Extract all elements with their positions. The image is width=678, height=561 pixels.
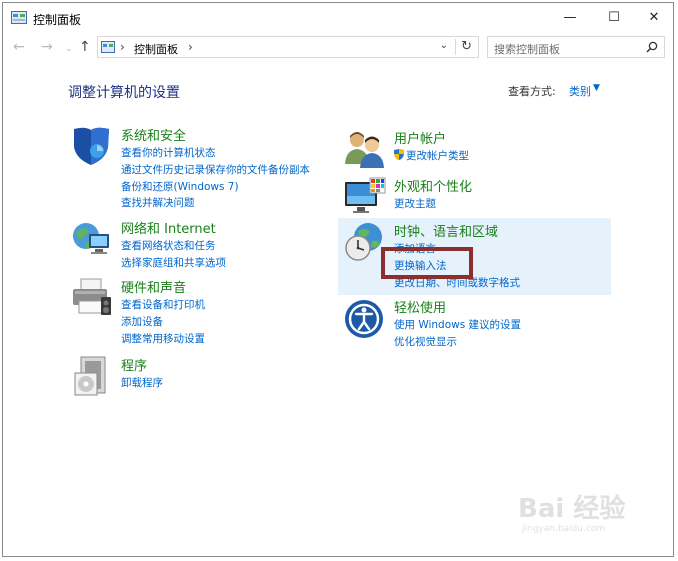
category-title[interactable]: 轻松使用 [394, 297, 446, 316]
link-homegroup-sharing[interactable]: 选择家庭组和共享选项 [121, 255, 226, 272]
link-devices-printers[interactable]: 查看设备和打印机 [121, 297, 205, 314]
ease-of-access-icon[interactable] [344, 297, 386, 339]
link-change-account-type[interactable]: 更改帐户类型 [394, 148, 469, 165]
window-title: 控制面板 [33, 13, 82, 27]
breadcrumb-separator-icon[interactable]: › [188, 40, 193, 54]
address-dropdown-icon[interactable]: ⌄ [440, 40, 448, 51]
search-placeholder: 搜索控制面板 [494, 43, 560, 56]
control-panel-icon [11, 11, 27, 24]
control-panel-window: 控制面板 — ☐ ✕ ← → ⌄ ↑ › 控制面板 › ⌄ ↻ 搜索控制面板 调… [2, 2, 674, 557]
uac-shield-icon [394, 149, 404, 160]
close-button[interactable]: ✕ [639, 7, 669, 29]
breadcrumb-separator-icon[interactable]: › [120, 40, 125, 54]
printer-icon[interactable] [71, 277, 113, 319]
link-troubleshoot[interactable]: 查找并解决问题 [121, 195, 310, 212]
page-title: 调整计算机的设置 [68, 85, 180, 101]
appearance-monitor-icon[interactable] [344, 176, 386, 218]
control-panel-icon [101, 41, 115, 53]
programs-box-icon[interactable] [71, 355, 113, 397]
search-icon[interactable] [646, 41, 658, 53]
category-title[interactable]: 用户帐户 [394, 128, 446, 147]
link-file-history-backup[interactable]: 通过文件历史记录保存你的文件备份副本 [121, 162, 310, 179]
refresh-icon[interactable]: ↻ [461, 39, 472, 54]
minimize-button[interactable]: — [555, 7, 585, 29]
network-globe-icon[interactable] [71, 218, 113, 260]
category-title[interactable]: 网络和 Internet [121, 218, 216, 237]
search-input[interactable]: 搜索控制面板 [487, 36, 665, 58]
category-title[interactable]: 硬件和声音 [121, 277, 186, 296]
users-icon[interactable] [344, 128, 386, 170]
link-backup-restore[interactable]: 备份和还原(Windows 7) [121, 179, 310, 196]
link-view-computer-status[interactable]: 查看你的计算机状态 [121, 145, 310, 162]
watermark-url: jingyan.baidu.com [522, 524, 606, 534]
up-arrow-icon[interactable]: ↑ [79, 39, 91, 55]
view-by-caret-icon[interactable]: ▼ [593, 83, 600, 93]
link-label[interactable]: 更改帐户类型 [406, 150, 469, 162]
recent-locations-chevron-icon[interactable]: ⌄ [65, 41, 73, 57]
link-uninstall-program[interactable]: 卸载程序 [121, 375, 163, 392]
view-by-label: 查看方式: [508, 85, 556, 98]
link-optimize-visual-display[interactable]: 优化视觉显示 [394, 334, 521, 351]
breadcrumb-control-panel[interactable]: 控制面板 [134, 41, 178, 57]
link-recommended-settings[interactable]: 使用 Windows 建议的设置 [394, 317, 521, 334]
watermark-text: Bai 经验 [518, 494, 626, 524]
address-box[interactable]: › 控制面板 › ⌄ ↻ [97, 36, 479, 58]
shield-icon[interactable] [71, 125, 113, 167]
link-add-device[interactable]: 添加设备 [121, 314, 205, 331]
back-arrow-icon[interactable]: ← [13, 39, 25, 55]
annotation-highlight-box [381, 247, 473, 279]
category-title[interactable]: 时钟、语言和区域 [394, 221, 498, 240]
link-mobility-settings[interactable]: 调整常用移动设置 [121, 331, 205, 348]
view-by-dropdown[interactable]: 类别 [569, 83, 591, 99]
maximize-button[interactable]: ☐ [599, 7, 629, 29]
clock-globe-icon[interactable] [344, 221, 386, 263]
category-title[interactable]: 系统和安全 [121, 125, 186, 144]
link-network-status[interactable]: 查看网络状态和任务 [121, 238, 226, 255]
category-title[interactable]: 外观和个性化 [394, 176, 472, 195]
watermark: Bai 经验 jingyan.baidu.com [518, 488, 626, 534]
link-change-theme[interactable]: 更改主题 [394, 196, 436, 213]
category-title[interactable]: 程序 [121, 355, 147, 374]
address-toolbar: ← → ⌄ ↑ › 控制面板 › ⌄ ↻ 搜索控制面板 [3, 35, 673, 61]
title-bar: 控制面板 — ☐ ✕ [3, 3, 673, 33]
forward-arrow-icon[interactable]: → [41, 39, 53, 55]
address-divider [455, 39, 456, 55]
